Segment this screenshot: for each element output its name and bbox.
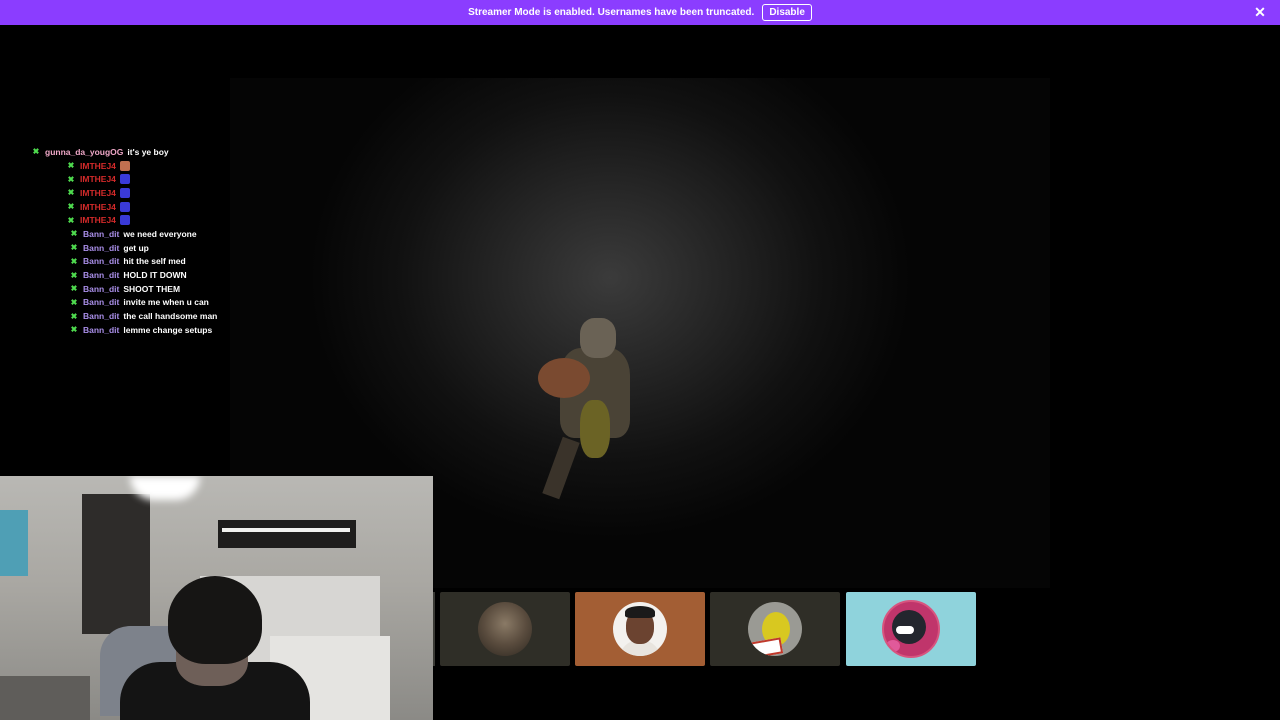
emote-icon	[119, 160, 130, 171]
chat-username[interactable]: Bann_dit	[83, 243, 119, 253]
sword-badge-icon: ✖	[70, 270, 78, 280]
chat-message-text: HOLD IT DOWN	[123, 270, 187, 281]
avatar	[882, 600, 940, 658]
sword-badge-icon: ✖	[70, 311, 78, 321]
avatar	[478, 602, 532, 656]
chat-message: ✖ IMTHEJ4	[32, 159, 292, 173]
chat-message-text: hit the self med	[123, 256, 186, 267]
sword-badge-icon: ✖	[70, 325, 78, 335]
chat-username[interactable]: Bann_dit	[83, 270, 119, 280]
avatar	[748, 602, 802, 656]
chat-username[interactable]: Bann_dit	[83, 325, 119, 335]
chat-message: ✖ Bann_dit get up	[32, 241, 292, 255]
participant-tile[interactable]	[846, 592, 976, 666]
sword-badge-icon: ✖	[70, 229, 78, 239]
chat-username[interactable]: IMTHEJ4	[80, 215, 116, 225]
chat-message: ✖ IMTHEJ4	[32, 172, 292, 186]
sword-badge-icon: ✖	[70, 284, 78, 294]
chat-username[interactable]: gunna_da_yougOG	[45, 147, 123, 157]
chat-message-text: SHOOT THEM	[123, 283, 181, 294]
disable-streamer-mode-button[interactable]: Disable	[762, 4, 812, 21]
sword-badge-icon: ✖	[67, 174, 75, 184]
chat-message: ✖ gunna_da_yougOG it's ye boy	[32, 145, 292, 159]
chat-message: ✖ Bann_dit the call handsome man	[32, 309, 292, 323]
chat-username[interactable]: IMTHEJ4	[80, 202, 116, 212]
participant-tile[interactable]	[440, 592, 570, 666]
chat-message: ✖ IMTHEJ4	[32, 200, 292, 214]
chat-message: ✖ Bann_dit hit the self med	[32, 255, 292, 269]
chat-message-text: it's ye boy	[127, 146, 169, 157]
chat-username[interactable]: IMTHEJ4	[80, 188, 116, 198]
sword-badge-icon: ✖	[70, 297, 78, 307]
sword-badge-icon: ✖	[67, 215, 75, 225]
sword-badge-icon: ✖	[67, 161, 75, 171]
close-icon[interactable]: ✕	[1252, 4, 1268, 20]
participant-tile-edge	[433, 592, 435, 666]
chat-username[interactable]: IMTHEJ4	[80, 161, 116, 171]
chat-username[interactable]: Bann_dit	[83, 297, 119, 307]
chat-username[interactable]: Bann_dit	[83, 256, 119, 266]
emote-icon	[119, 174, 130, 185]
emote-icon	[119, 215, 130, 226]
chat-overlay: ✖ gunna_da_yougOG it's ye boy ✖ IMTHEJ4 ✖ IMTH…	[32, 145, 292, 337]
sword-badge-icon: ✖	[70, 243, 78, 253]
chat-message: ✖ Bann_dit HOLD IT DOWN	[32, 268, 292, 282]
avatar	[613, 602, 667, 656]
sword-badge-icon: ✖	[67, 188, 75, 198]
chat-username[interactable]: IMTHEJ4	[80, 174, 116, 184]
chat-message: ✖ Bann_dit lemme change setups	[32, 323, 292, 337]
chat-message: ✖ Bann_dit invite me when u can	[32, 296, 292, 310]
stream-viewport: Streamer Mode is enabled. Usernames have…	[0, 0, 1280, 720]
chat-message: ✖ IMTHEJ4	[32, 213, 292, 227]
sword-badge-icon: ✖	[32, 147, 40, 157]
game-character	[530, 318, 640, 500]
chat-message-text: invite me when u can	[123, 297, 209, 308]
chat-message-text: the call handsome man	[123, 311, 218, 322]
chat-username[interactable]: Bann_dit	[83, 284, 119, 294]
sword-badge-icon: ✖	[67, 202, 75, 212]
webcam-feed	[0, 476, 433, 720]
chat-message: ✖ Bann_dit SHOOT THEM	[32, 282, 292, 296]
streamer-mode-banner: Streamer Mode is enabled. Usernames have…	[0, 0, 1280, 25]
chat-message-text: get up	[123, 242, 149, 253]
chat-message-text: lemme change setups	[123, 324, 213, 335]
chat-message-text: we need everyone	[123, 228, 197, 239]
chat-message: ✖ IMTHEJ4	[32, 186, 292, 200]
emote-icon	[119, 187, 130, 198]
sword-badge-icon: ✖	[70, 256, 78, 266]
chat-message: ✖ Bann_dit we need everyone	[32, 227, 292, 241]
emote-icon	[119, 201, 130, 212]
participant-tile[interactable]	[710, 592, 840, 666]
chat-username[interactable]: Bann_dit	[83, 311, 119, 321]
chat-username[interactable]: Bann_dit	[83, 229, 119, 239]
participant-tile[interactable]	[575, 592, 705, 666]
banner-message: Streamer Mode is enabled. Usernames have…	[468, 7, 755, 18]
